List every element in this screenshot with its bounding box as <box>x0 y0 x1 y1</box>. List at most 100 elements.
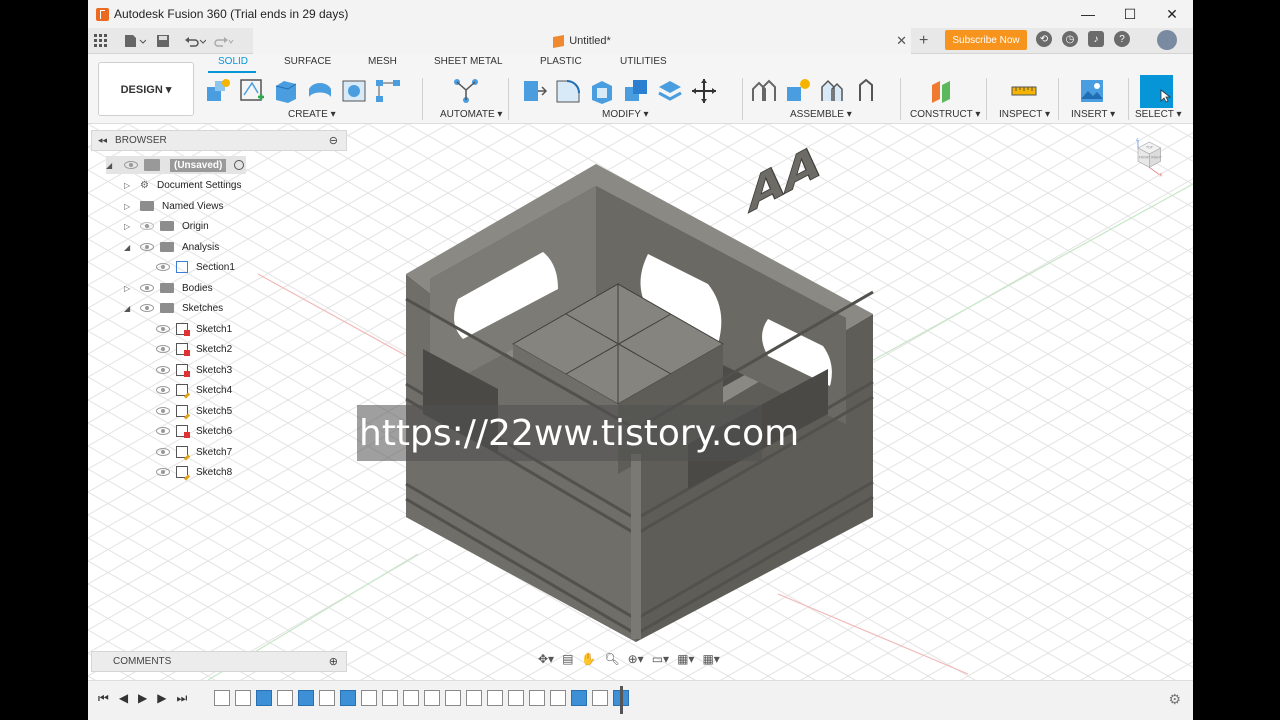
visibility-eye-icon[interactable] <box>140 243 154 251</box>
visibility-eye-icon[interactable] <box>156 366 170 374</box>
timeline-sketch-feature[interactable] <box>214 690 230 706</box>
timeline-extrude-feature[interactable] <box>298 690 314 706</box>
timeline-sketch-feature[interactable] <box>277 690 293 706</box>
notifications-bell-icon[interactable]: ♪ <box>1088 31 1104 47</box>
collapse-browser-icon[interactable]: ◂◂ <box>98 135 107 146</box>
look-at-icon[interactable]: ▤ <box>562 652 573 666</box>
visibility-eye-icon[interactable] <box>140 284 154 292</box>
add-comment-icon[interactable]: ⊕ <box>329 655 338 668</box>
maximize-button[interactable]: ☐ <box>1109 0 1151 28</box>
data-panel-grid-icon[interactable] <box>94 31 108 51</box>
zoom-icon[interactable]: 🔍︎ <box>604 652 619 666</box>
subscribe-now-button[interactable]: Subscribe Now <box>945 30 1027 50</box>
construct-group-label[interactable]: CONSTRUCT ▾ <box>910 109 980 120</box>
collapse-arrow-icon[interactable]: ◢ <box>124 304 134 313</box>
timeline-revolve-feature[interactable] <box>256 690 272 706</box>
timeline-sketch-feature[interactable] <box>592 690 608 706</box>
step-back-icon[interactable]: ◀ <box>119 691 128 706</box>
redo-icon[interactable] <box>212 31 234 51</box>
expand-arrow-icon[interactable]: ▷ <box>124 181 134 190</box>
new-component-assemble-icon[interactable] <box>750 77 778 105</box>
timeline-sketch-feature[interactable] <box>550 690 566 706</box>
tree-item-bodies[interactable]: ▷ Bodies <box>124 279 213 297</box>
go-to-end-icon[interactable]: ⏭ <box>177 691 188 706</box>
offset-face-icon[interactable] <box>656 77 684 105</box>
extrude-icon[interactable] <box>272 77 300 105</box>
joint-icon[interactable] <box>784 77 812 105</box>
timeline-marker[interactable] <box>620 686 623 714</box>
press-pull-icon[interactable] <box>520 77 548 105</box>
activate-radio-icon[interactable] <box>234 160 245 170</box>
collapse-arrow-icon[interactable]: ◢ <box>124 243 134 252</box>
tree-item-origin[interactable]: ▷ Origin <box>124 217 209 235</box>
tab-utilities[interactable]: UTILITIES <box>620 56 667 67</box>
timeline-pattern-feature[interactable] <box>403 690 419 706</box>
tree-item-named-views[interactable]: ▷ Named Views <box>124 197 224 215</box>
tab-sheet-metal[interactable]: SHEET METAL <box>434 56 503 67</box>
visibility-eye-icon[interactable] <box>140 304 154 312</box>
timeline-extrude-feature[interactable] <box>571 690 587 706</box>
close-window-button[interactable]: ✕ <box>1151 0 1193 28</box>
insert-group-label[interactable]: INSERT ▾ <box>1071 109 1115 120</box>
timeline-extrude-feature[interactable] <box>340 690 356 706</box>
joint-origin-icon[interactable] <box>852 77 880 105</box>
tab-solid[interactable]: SOLID <box>218 56 248 67</box>
job-status-icon[interactable]: ◷ <box>1062 31 1078 47</box>
tree-root-unsaved[interactable]: ◢ (Unsaved) <box>106 156 246 174</box>
comments-panel-header[interactable]: COMMENTS ⊕ <box>91 651 347 672</box>
tree-item-sketch5[interactable]: Sketch5 <box>156 402 232 420</box>
document-tab[interactable]: Untitled* ✕ <box>253 28 911 54</box>
visibility-eye-icon[interactable] <box>156 345 170 353</box>
pattern-icon[interactable] <box>374 77 402 105</box>
3d-viewport[interactable]: AA TOP FRONT RIGHT Z X <box>88 124 1193 680</box>
inspect-group-label[interactable]: INSPECT ▾ <box>999 109 1050 120</box>
revolve-icon[interactable] <box>306 77 334 105</box>
visibility-eye-icon[interactable] <box>140 222 154 230</box>
create-group-label[interactable]: CREATE ▾ <box>288 109 336 120</box>
close-tab-icon[interactable]: ✕ <box>896 33 907 49</box>
file-menu-icon[interactable] <box>124 31 146 51</box>
timeline-pattern-feature[interactable] <box>445 690 461 706</box>
new-component-icon[interactable] <box>204 77 232 105</box>
assemble-group-label[interactable]: ASSEMBLE ▾ <box>790 109 852 120</box>
minimize-button[interactable]: — <box>1067 0 1109 28</box>
user-avatar[interactable] <box>1157 30 1177 50</box>
visibility-eye-icon[interactable] <box>156 263 170 271</box>
workspace-switcher-button[interactable]: DESIGN ▾ <box>98 62 194 116</box>
tree-item-sketch1[interactable]: Sketch1 <box>156 320 232 338</box>
insert-image-icon[interactable] <box>1078 77 1106 105</box>
timeline-sketch-feature[interactable] <box>424 690 440 706</box>
offset-plane-icon[interactable] <box>928 77 956 105</box>
expand-arrow-icon[interactable]: ▷ <box>124 222 134 231</box>
tree-item-sketches[interactable]: ◢ Sketches <box>124 299 223 317</box>
timeline-pattern-feature[interactable] <box>508 690 524 706</box>
go-to-start-icon[interactable]: ⏮ <box>98 691 109 706</box>
automate-icon[interactable] <box>452 77 480 105</box>
measure-icon[interactable] <box>1010 77 1038 105</box>
timeline-settings-gear-icon[interactable]: ⚙ <box>1168 691 1181 708</box>
tree-item-sketch6[interactable]: Sketch6 <box>156 422 232 440</box>
tree-item-sketch7[interactable]: Sketch7 <box>156 443 232 461</box>
shell-icon[interactable] <box>588 77 616 105</box>
visibility-eye-icon[interactable] <box>156 427 170 435</box>
step-forward-icon[interactable]: ▶ <box>157 691 166 706</box>
display-settings-icon[interactable]: ▭▾ <box>652 652 669 666</box>
visibility-eye-icon[interactable] <box>156 325 170 333</box>
hole-icon[interactable] <box>340 77 368 105</box>
model-canvas[interactable]: AA <box>88 124 1193 680</box>
zoom-window-icon[interactable]: ⊕▾ <box>628 652 644 666</box>
expand-arrow-icon[interactable]: ▷ <box>124 284 134 293</box>
tree-item-sketch8[interactable]: Sketch8 <box>156 463 232 481</box>
visibility-eye-icon[interactable] <box>156 407 170 415</box>
browser-panel-header[interactable]: ◂◂ BROWSER ⊖ <box>91 130 347 151</box>
extensions-icon[interactable]: ⟲ <box>1036 31 1052 47</box>
view-cube[interactable]: TOP FRONT RIGHT Z X <box>1128 138 1168 178</box>
tab-mesh[interactable]: MESH <box>368 56 397 67</box>
save-icon[interactable] <box>156 31 170 51</box>
tree-item-analysis[interactable]: ◢ Analysis <box>124 238 219 256</box>
visibility-eye-icon[interactable] <box>156 448 170 456</box>
move-copy-icon[interactable] <box>690 77 718 105</box>
timeline-pattern-feature[interactable] <box>382 690 398 706</box>
new-tab-plus-icon[interactable]: + <box>919 31 928 51</box>
undo-icon[interactable] <box>184 31 206 51</box>
